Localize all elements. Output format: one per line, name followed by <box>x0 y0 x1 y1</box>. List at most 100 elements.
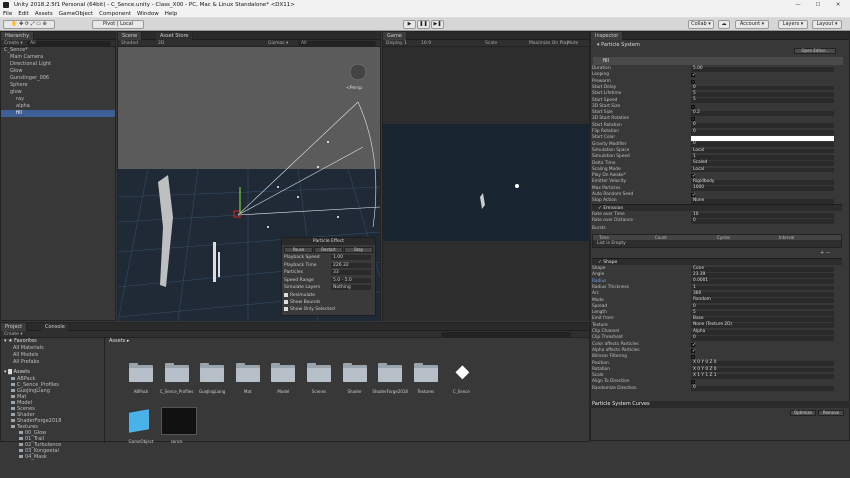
favorites-header[interactable]: ▾ ★ Favorites <box>1 338 104 345</box>
hierarchy-item-gunslinger-006[interactable]: Gunslinger_006 <box>1 75 115 82</box>
component-header[interactable]: ▾ Particle System <box>597 42 640 48</box>
hierarchy-item-glow[interactable]: Glow <box>1 68 115 75</box>
shading-dropdown[interactable]: Shaded <box>121 41 138 46</box>
tab-project[interactable]: Project <box>1 323 28 331</box>
persp-label[interactable]: <Persp <box>346 86 362 91</box>
hierarchy-search-input[interactable]: All <box>27 41 111 46</box>
tab-console[interactable]: Console <box>41 323 70 331</box>
assets-header[interactable]: ▾ ▇ Assets <box>1 369 104 376</box>
emission-module-header[interactable]: ✓ Emission <box>592 204 842 211</box>
asset-c-sence[interactable]: ◆ C_Sence <box>443 357 479 397</box>
hierarchy-item-directional-light[interactable]: Directional Light <box>1 61 115 68</box>
inspector-row-value[interactable]: 0 <box>691 218 834 224</box>
inspector-row-value[interactable]: 0 <box>691 304 834 310</box>
layers-dropdown[interactable]: Layers ▾ <box>778 20 808 29</box>
pause-button[interactable]: ❚❚ <box>417 20 430 29</box>
inspector-row-value[interactable]: Local <box>691 148 834 154</box>
step-button[interactable]: ▶❚ <box>431 20 444 29</box>
inspector-row-value[interactable]: Cone <box>691 266 834 272</box>
inspector-row-value[interactable]: 5 <box>691 310 834 316</box>
inspector-checkbox[interactable] <box>691 355 695 360</box>
particle-row-value[interactable]: 1.00 <box>331 255 371 260</box>
project-search-input[interactable] <box>441 332 571 337</box>
maximize-on-play-toggle[interactable]: Maximize On Play <box>529 40 569 47</box>
play-button[interactable]: ▶ <box>403 20 416 29</box>
inspector-checkbox[interactable] <box>691 72 696 79</box>
scale-slider-label[interactable]: Scale <box>485 40 497 47</box>
transform-tools[interactable]: ✋ ✥ ⟳ ⤢ ▭ ⊕ <box>3 20 55 29</box>
menu-component[interactable]: Component <box>99 10 131 17</box>
hierarchy-item-fill[interactable]: fill <box>1 110 115 117</box>
menu-window[interactable]: Window <box>137 10 159 17</box>
tab-asset-store[interactable]: Asset Store <box>156 32 194 40</box>
bursts-add-remove[interactable]: + − <box>820 250 830 256</box>
inspector-checkbox[interactable] <box>691 173 696 179</box>
scene-search-input[interactable]: All <box>298 41 376 46</box>
inspector-row-value[interactable]: 0.0001 <box>691 279 834 285</box>
menu-help[interactable]: Help <box>165 10 178 17</box>
particle-check-resimulate[interactable]: Resimulate <box>284 292 374 299</box>
hierarchy-create-button[interactable]: Create ▾ <box>4 41 23 46</box>
particle-check-show-bounds[interactable]: Show Bounds <box>284 299 374 306</box>
inspector-row-value[interactable]: Random <box>691 297 834 304</box>
minimize-icon[interactable]: — <box>788 0 808 10</box>
inspector-row-value[interactable]: Alpha <box>691 329 834 335</box>
2d-toggle[interactable]: 2D <box>158 40 164 47</box>
inspector-row-value[interactable]: 5 <box>691 91 834 97</box>
hierarchy-item-c-sence[interactable]: C_Sence* <box>1 47 115 54</box>
inspector-row-value[interactable]: 23.39 <box>691 272 834 278</box>
inspector-checkbox[interactable] <box>691 342 696 348</box>
account-dropdown[interactable]: Account ▾ <box>735 20 769 29</box>
menu-gameobject[interactable]: GameObject <box>59 10 93 17</box>
pivot-toggle[interactable]: Pivot | Local <box>92 20 144 29</box>
display-dropdown[interactable]: Display 1 <box>386 41 407 46</box>
inspector-row-value[interactable]: 10 <box>691 212 834 218</box>
tab-scene[interactable]: Scene <box>118 32 143 40</box>
gizmos-dropdown[interactable]: Gizmos ▾ <box>268 40 288 47</box>
particle-row-value[interactable]: 5.0 - 5.0 <box>331 277 371 283</box>
hierarchy-item-sphere[interactable]: Sphere <box>1 82 115 89</box>
project-tree-item-04-mask[interactable]: 04_Mask <box>1 454 104 460</box>
inspector-row-value[interactable]: 0 <box>691 123 834 129</box>
inspector-checkbox[interactable] <box>691 380 695 385</box>
hierarchy-item-main-camera[interactable]: Main Camera <box>1 54 115 61</box>
particle-restart-button[interactable]: Restart <box>314 247 343 253</box>
inspector-row-value[interactable]: 0 <box>691 335 834 341</box>
tab-game[interactable]: Game <box>383 32 407 40</box>
inspector-row-value[interactable]: 0 <box>691 386 834 392</box>
inspector-checkbox[interactable] <box>691 348 696 354</box>
favorite-item[interactable]: All Models <box>1 352 104 359</box>
remove-button[interactable]: Remove <box>818 410 844 416</box>
particle-pause-button[interactable]: Pause <box>284 247 313 253</box>
optimize-button[interactable]: Optimize <box>790 410 816 416</box>
inspector-row-value[interactable]: Scaled <box>691 160 834 167</box>
tab-hierarchy[interactable]: Hierarchy <box>1 32 35 40</box>
aspect-dropdown[interactable]: 16:9 <box>421 40 431 47</box>
layout-dropdown[interactable]: Layout ▾ <box>812 20 842 29</box>
cloud-icon[interactable]: ☁ <box>718 20 730 29</box>
hierarchy-item-glow[interactable]: glow <box>1 89 115 96</box>
menu-edit[interactable]: Edit <box>18 10 29 17</box>
checkbox-icon[interactable] <box>284 292 288 297</box>
inspector-row-value[interactable]: 1000 <box>691 186 834 192</box>
particle-stop-button[interactable]: Stop <box>344 247 373 253</box>
particle-check-show-only-selected[interactable]: Show Only Selected <box>284 306 374 313</box>
inspector-row-value[interactable]: None (Texture 2D) <box>691 323 834 329</box>
inspector-row-value[interactable]: 5 <box>691 97 834 104</box>
inspector-row-value[interactable]: Local <box>691 167 834 173</box>
shape-module-header[interactable]: ✓ Shape <box>592 258 842 265</box>
favorite-item[interactable]: All Materials <box>1 345 104 352</box>
project-create-button[interactable]: Create ▾ <box>4 332 23 337</box>
close-icon[interactable]: ✕ <box>828 0 848 10</box>
menu-assets[interactable]: Assets <box>35 10 53 17</box>
hierarchy-item-ray[interactable]: ray <box>1 96 115 103</box>
checkbox-icon[interactable] <box>284 306 288 311</box>
inspector-row-value[interactable]: X 0 Y 0 Z 0 <box>691 367 834 373</box>
collab-dropdown[interactable]: Collab ▾ <box>688 20 714 29</box>
inspector-row-value[interactable]: Rigidbody <box>691 179 834 185</box>
tab-inspector[interactable]: Inspector <box>591 32 624 40</box>
hierarchy-item-alpha[interactable]: alpha <box>1 103 115 110</box>
inspector-row-value[interactable]: 1 <box>691 285 834 291</box>
inspector-row-value[interactable] <box>691 136 834 141</box>
module-header[interactable]: fill <box>593 57 843 65</box>
